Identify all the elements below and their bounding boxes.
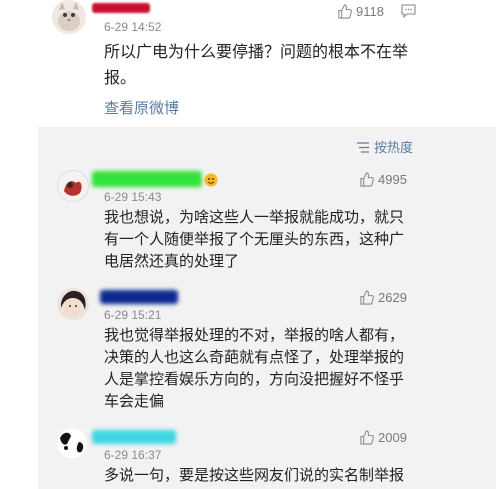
avatar[interactable] xyxy=(57,428,87,458)
comment-text-line-1: 所以广电为什么要停播？问题的根本不在举 xyxy=(104,44,409,61)
avatar[interactable] xyxy=(57,288,89,320)
like-button[interactable]: 2009 xyxy=(359,430,407,445)
reply-text-line: 决策的人也这么奇葩就有点怪了，处理举报的 xyxy=(104,349,405,366)
reply-text-line: 有一个人随便举报了个无厘头的东西，这种广 xyxy=(104,231,405,248)
reply-text-line: 电居然还真的处理了 xyxy=(104,253,240,270)
like-count: 2629 xyxy=(378,290,407,305)
comment-time: 6-29 14:52 xyxy=(104,20,162,34)
thumbs-up-icon xyxy=(359,290,374,305)
avatar[interactable] xyxy=(52,0,86,34)
sort-by-hot-button[interactable]: 按热度 xyxy=(357,137,413,156)
reply-text-line: 我也觉得举报处理的不对，举报的啥人都有， xyxy=(104,327,405,344)
reply-text-line: 人是掌控看娱乐方向的，方向没把握好不怪乎 xyxy=(104,371,405,388)
like-count: 4995 xyxy=(378,172,407,187)
reply-text-line: 我也想说，为啥这些人一举报就能成功，就只 xyxy=(104,209,405,226)
username-redacted[interactable] xyxy=(92,171,202,187)
reply-time: 6-29 15:21 xyxy=(104,308,162,322)
sort-label: 按热度 xyxy=(374,140,414,155)
reply-time: 6-29 15:43 xyxy=(104,190,162,204)
like-count: 9118 xyxy=(356,4,384,19)
like-button[interactable]: 9118 xyxy=(337,4,384,19)
thumbs-up-icon xyxy=(359,430,374,445)
comment-text-line-2: 报。 xyxy=(104,70,137,87)
reply-icon[interactable] xyxy=(401,4,416,19)
reply-text-line: 多说一句，要是按这些网友们说的实名制举报 xyxy=(104,467,405,484)
thumbs-up-icon xyxy=(359,172,374,187)
view-original-link[interactable]: 查看原微博 xyxy=(104,97,179,118)
username-redacted[interactable] xyxy=(92,3,150,13)
username-redacted[interactable] xyxy=(92,430,176,444)
emoji-icon xyxy=(204,173,218,187)
thumbs-up-icon xyxy=(337,4,352,19)
username-redacted[interactable] xyxy=(100,290,178,304)
like-button[interactable]: 2629 xyxy=(359,290,407,305)
like-count: 2009 xyxy=(378,430,407,445)
sort-icon xyxy=(357,141,369,153)
reply-time: 6-29 16:37 xyxy=(104,448,162,462)
reply-text-line: 车会走偏 xyxy=(104,393,165,410)
avatar[interactable] xyxy=(57,170,89,202)
like-button[interactable]: 4995 xyxy=(359,172,407,187)
